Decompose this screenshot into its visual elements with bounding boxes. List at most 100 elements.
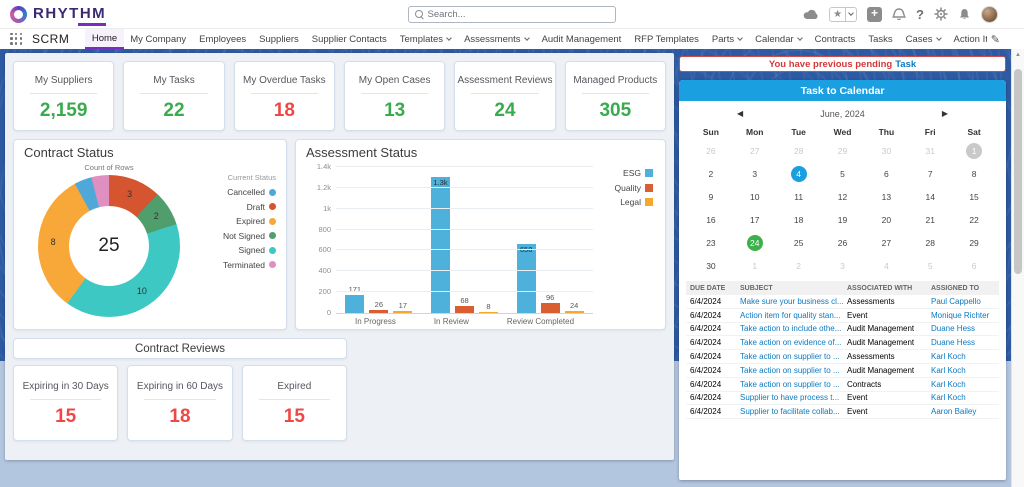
app-launcher-icon[interactable] (10, 33, 23, 46)
tab-contracts[interactable]: Contracts (808, 29, 862, 49)
calendar-day[interactable]: 30 (864, 139, 908, 162)
calendar-day[interactable]: 18 (777, 208, 821, 231)
task-subject-link[interactable]: Supplier to facilitate collab... (736, 407, 843, 416)
task-subject-link[interactable]: Take action on supplier to ... (736, 380, 843, 389)
calendar-day[interactable]: 5 (908, 254, 952, 277)
calendar-day[interactable]: 9 (689, 185, 733, 208)
calendar-day[interactable]: 22 (952, 208, 996, 231)
kpi-expiring-in-30-days[interactable]: Expiring in 30 Days15 (13, 365, 118, 441)
calendar-day-marker-green[interactable]: 24 (747, 235, 763, 251)
calendar-day[interactable]: 29 (952, 231, 996, 254)
tab-tasks[interactable]: Tasks (862, 29, 899, 49)
help-icon[interactable]: ? (916, 7, 924, 22)
calendar-next-icon[interactable]: ▶ (942, 109, 948, 118)
task-assignee-link[interactable]: Karl Koch (927, 366, 999, 375)
calendar-day[interactable]: 24 (733, 231, 777, 254)
calendar-day-marker-blue[interactable]: 4 (791, 166, 807, 182)
kpi-my-tasks[interactable]: My Tasks22 (123, 61, 224, 131)
favorites-control[interactable]: ★ (829, 7, 857, 22)
calendar-day[interactable]: 6 (952, 254, 996, 277)
calendar-day[interactable]: 31 (908, 139, 952, 162)
task-subject-link[interactable]: Supplier to have process t... (736, 393, 843, 402)
calendar-day[interactable]: 12 (821, 185, 865, 208)
calendar-day[interactable]: 1 (733, 254, 777, 277)
tab-my-company[interactable]: My Company (124, 29, 193, 49)
calendar-day[interactable]: 17 (733, 208, 777, 231)
calendar-day[interactable]: 19 (821, 208, 865, 231)
tab-calendar[interactable]: Calendar (749, 29, 809, 49)
kpi-assessment-reviews[interactable]: Assessment Reviews24 (454, 61, 555, 131)
tab-audit-management[interactable]: Audit Management (535, 29, 628, 49)
kpi-managed-products[interactable]: Managed Products305 (565, 61, 666, 131)
calendar-day-marker-gray[interactable]: 1 (966, 143, 982, 159)
scroll-up-icon[interactable]: ▲ (1012, 52, 1024, 58)
calendar-day[interactable]: 1 (952, 139, 996, 162)
task-subject-link[interactable]: Take action on evidence of... (736, 338, 843, 347)
favorites-dropdown-icon[interactable] (845, 8, 856, 21)
tab-suppliers[interactable]: Suppliers (253, 29, 306, 49)
calendar-day[interactable]: 11 (777, 185, 821, 208)
notifications-bell-icon[interactable] (958, 8, 971, 21)
tab-parts[interactable]: Parts (705, 29, 748, 49)
calendar-day[interactable]: 28 (908, 231, 952, 254)
kpi-my-overdue-tasks[interactable]: My Overdue Tasks18 (234, 61, 335, 131)
task-subject-link[interactable]: Take action to include othe... (736, 324, 843, 333)
setup-gear-icon[interactable] (934, 7, 948, 21)
calendar-day[interactable]: 28 (777, 139, 821, 162)
calendar-day[interactable]: 27 (864, 231, 908, 254)
calendar-day[interactable]: 8 (952, 162, 996, 185)
task-assignee-link[interactable]: Duane Hess (927, 324, 999, 333)
calendar-day[interactable]: 4 (864, 254, 908, 277)
task-assignee-link[interactable]: Paul Cappello (927, 297, 999, 306)
calendar-day[interactable]: 13 (864, 185, 908, 208)
task-assignee-link[interactable]: Monique Richter (927, 311, 999, 320)
banner-task-link[interactable]: Task (895, 59, 916, 70)
calendar-day[interactable]: 3 (821, 254, 865, 277)
task-assignee-link[interactable]: Karl Koch (927, 393, 999, 402)
task-assignee-link[interactable]: Aaron Bailey (927, 407, 999, 416)
tab-home[interactable]: Home (85, 29, 123, 49)
calendar-day[interactable]: 16 (689, 208, 733, 231)
task-assignee-link[interactable]: Karl Koch (927, 380, 999, 389)
calendar-day[interactable]: 6 (864, 162, 908, 185)
kpi-expiring-in-60-days[interactable]: Expiring in 60 Days18 (127, 365, 232, 441)
search-input[interactable] (428, 9, 609, 20)
tab-action-items[interactable]: Action Items (947, 29, 987, 49)
guidance-bell-icon[interactable] (892, 8, 906, 20)
kpi-my-suppliers[interactable]: My Suppliers2,159 (13, 61, 114, 131)
tab-assessments[interactable]: Assessments (458, 29, 536, 49)
calendar-day[interactable]: 21 (908, 208, 952, 231)
scrollbar-thumb[interactable] (1014, 69, 1022, 274)
calendar-day[interactable]: 4 (777, 162, 821, 185)
quick-add-plus-icon[interactable]: + (867, 7, 882, 22)
task-subject-link[interactable]: Action item for quality stan... (736, 311, 843, 320)
calendar-day[interactable]: 20 (864, 208, 908, 231)
task-assignee-link[interactable]: Karl Koch (927, 352, 999, 361)
calendar-day[interactable]: 7 (908, 162, 952, 185)
tab-rfp-templates[interactable]: RFP Templates (628, 29, 706, 49)
calendar-day[interactable]: 27 (733, 139, 777, 162)
calendar-prev-icon[interactable]: ◀ (737, 109, 743, 118)
kpi-expired[interactable]: Expired15 (242, 365, 347, 441)
tab-supplier-contacts[interactable]: Supplier Contacts (305, 29, 393, 49)
edit-nav-pencil-icon[interactable]: ✎ (991, 33, 1000, 46)
calendar-day[interactable]: 29 (821, 139, 865, 162)
tab-templates[interactable]: Templates (393, 29, 457, 49)
calendar-day[interactable]: 2 (689, 162, 733, 185)
calendar-day[interactable]: 26 (689, 139, 733, 162)
calendar-day[interactable]: 3 (733, 162, 777, 185)
task-subject-link[interactable]: Take action on supplier to ... (736, 366, 843, 375)
tab-employees[interactable]: Employees (193, 29, 253, 49)
task-assignee-link[interactable]: Duane Hess (927, 338, 999, 347)
global-search[interactable] (408, 6, 616, 23)
tab-cases[interactable]: Cases (899, 29, 947, 49)
window-scrollbar[interactable]: ▲ ▼ (1011, 49, 1024, 487)
kpi-my-open-cases[interactable]: My Open Cases13 (344, 61, 445, 131)
calendar-day[interactable]: 23 (689, 231, 733, 254)
favorites-star-icon[interactable]: ★ (830, 9, 845, 20)
calendar-day[interactable]: 10 (733, 185, 777, 208)
task-subject-link[interactable]: Make sure your business cl... (736, 297, 843, 306)
calendar-day[interactable]: 15 (952, 185, 996, 208)
calendar-day[interactable]: 5 (821, 162, 865, 185)
cloud-icon[interactable] (803, 9, 819, 20)
